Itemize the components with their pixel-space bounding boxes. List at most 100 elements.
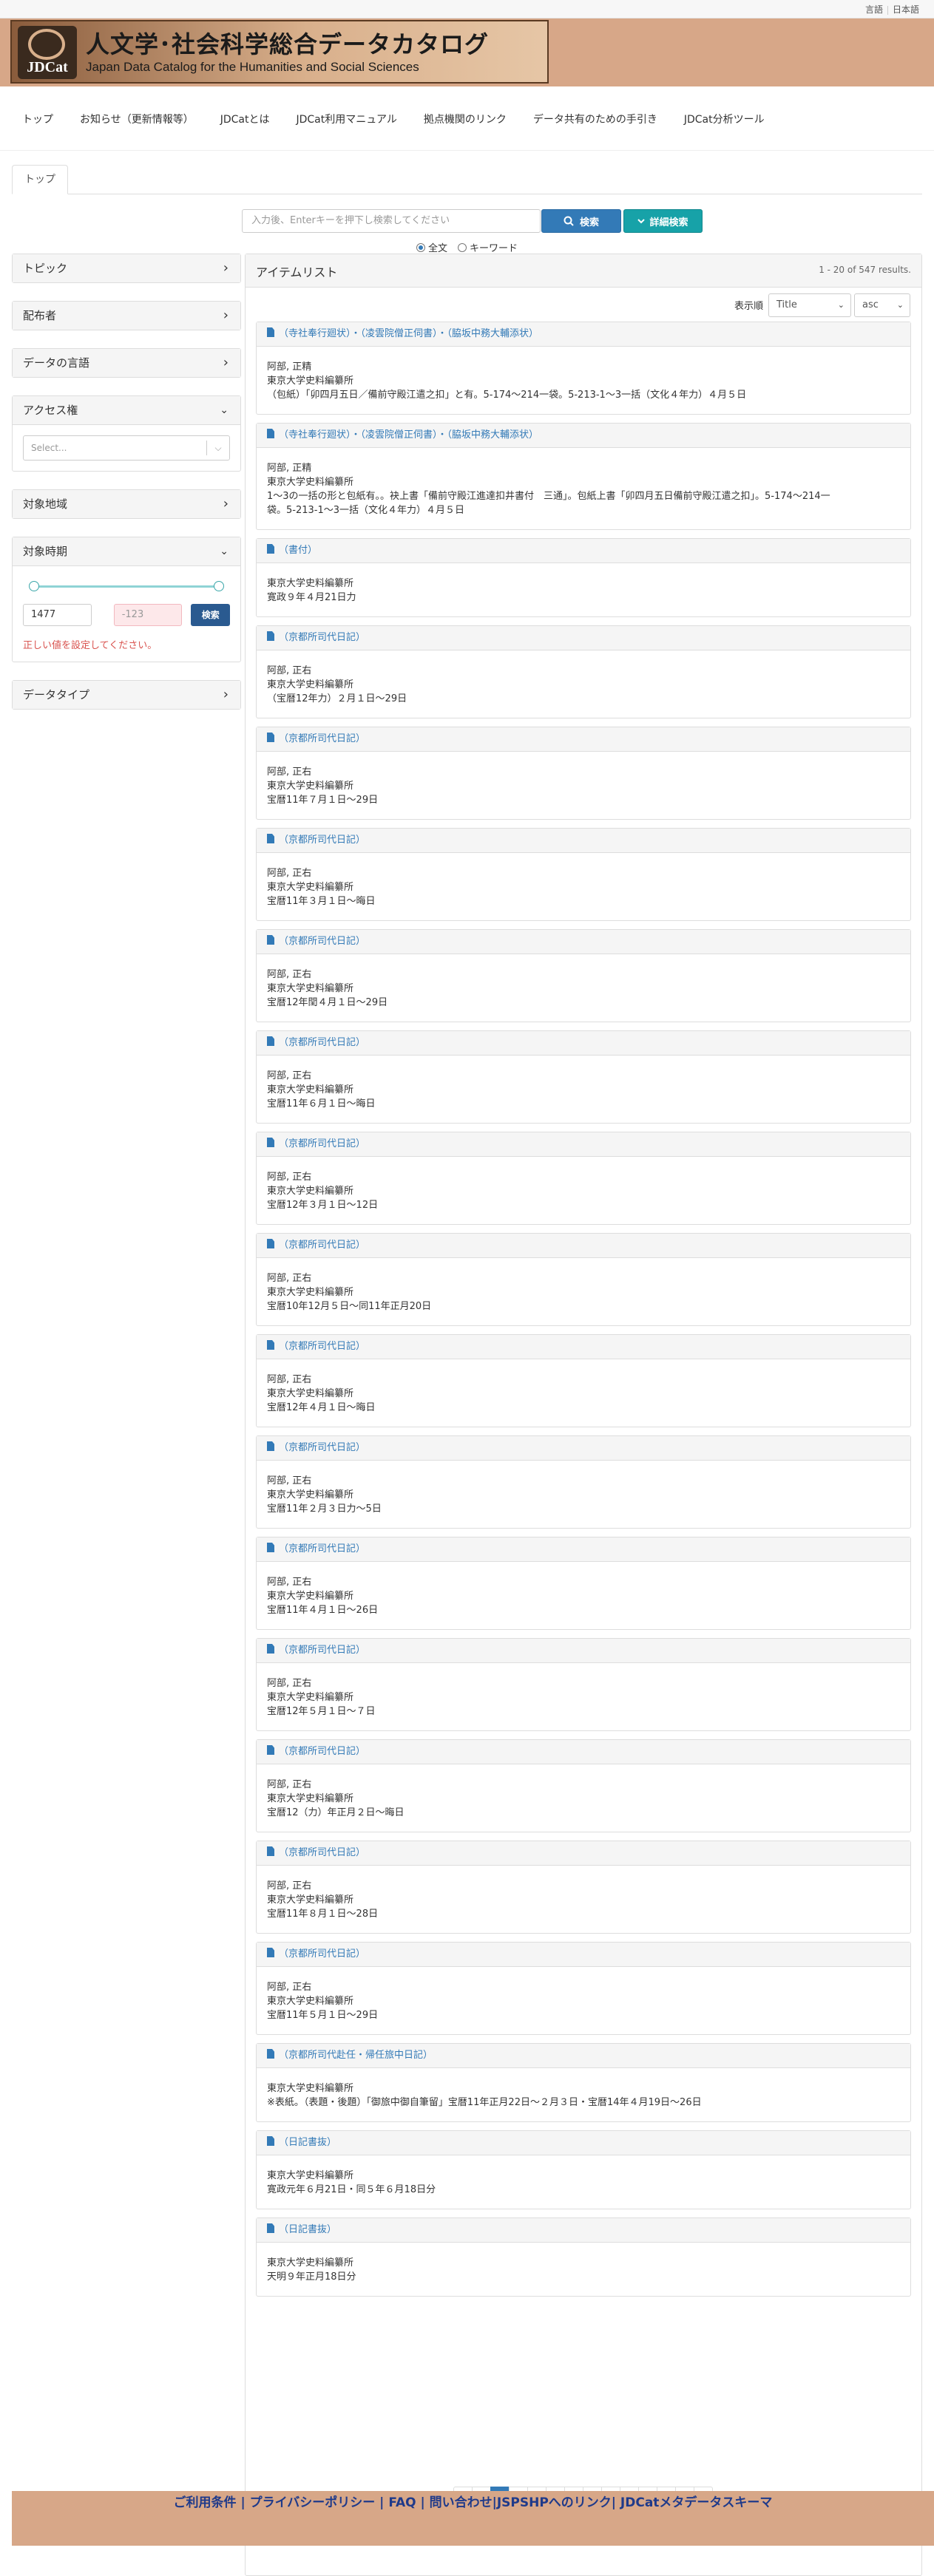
item-title-link[interactable]: （京都所司代日記） <box>279 733 365 744</box>
item-title-link[interactable]: （京都所司代日記） <box>279 1746 365 1757</box>
item-title-link[interactable]: （京都所司代日記） <box>279 1341 365 1352</box>
item-detail-line: 東京大学史料編纂所 <box>267 1388 354 1399</box>
item-detail-line: 宝暦12年３月１日〜12日 <box>267 1200 379 1211</box>
period-search-button[interactable]: 検索 <box>191 604 230 626</box>
facet-topic-header[interactable]: トピック › <box>13 254 240 282</box>
nav-item-guide[interactable]: データ共有のための手引き <box>533 112 657 126</box>
item-title-link[interactable]: （京都所司代日記） <box>279 1240 365 1251</box>
slider-handle-max[interactable] <box>214 581 224 591</box>
document-icon <box>267 1846 274 1856</box>
nav-item-manual[interactable]: JDCat利用マニュアル <box>297 112 397 126</box>
facet-distributor-header[interactable]: 配布者 › <box>13 302 240 330</box>
list-item: （日記書抜） 東京大学史料編纂所 天明９年正月18日分 <box>256 2218 911 2297</box>
item-detail-line: 阿部, 正右 <box>267 1172 312 1183</box>
document-icon <box>267 1745 274 1755</box>
item-details: 阿部, 正右 東京大学史料編纂所 宝暦12年閏４月１日〜29日 <box>257 954 910 1022</box>
nav-item-tools[interactable]: JDCat分析ツール <box>684 112 765 126</box>
tab-top[interactable]: トップ <box>12 165 68 194</box>
facet-access-header[interactable]: アクセス権 ⌄ <box>13 396 240 425</box>
facet-region-header[interactable]: 対象地域 › <box>13 490 240 518</box>
item-title-row: （日記書抜） <box>257 2131 910 2155</box>
item-detail-line: 宝暦12年５月１日〜７日 <box>267 1706 376 1717</box>
item-detail-line: 東京大学史料編纂所 <box>267 1084 354 1095</box>
item-title-link[interactable]: （京都所司代日記） <box>279 936 365 947</box>
nav-item-about[interactable]: JDCatとは <box>220 112 270 126</box>
item-title-link[interactable]: （京都所司代日記） <box>279 1948 365 1960</box>
language-select[interactable]: 日本語 <box>888 4 924 15</box>
list-item: （京都所司代日記） 阿部, 正右 東京大学史料編纂所 宝暦11年３月１日〜晦日 <box>256 828 911 921</box>
search-area: 入力後、Enterキーを押下し検索してください 検索 詳細検索 全文 キーワード <box>0 194 934 254</box>
footer-links[interactable]: ご利用条件 | プライバシーポリシー | FAQ | 問い合わせ|JSPSHPへ… <box>174 2495 773 2510</box>
item-title-link[interactable]: （京都所司代日記） <box>279 1847 365 1858</box>
item-list-panel: アイテムリスト 1 - 20 of 547 results. 表示順 Title… <box>245 254 922 2576</box>
item-title-link[interactable]: （寺社奉行廻状）・（凌雲院僧正伺書）・（脇坂中務大輔添状） <box>279 429 538 441</box>
result-count: 1 - 20 of 547 results. <box>819 265 911 275</box>
nav-item-top[interactable]: トップ <box>22 112 53 126</box>
radio-keyword[interactable]: キーワード <box>458 240 518 254</box>
item-title-link[interactable]: （寺社奉行廻状）・（凌雲院僧正伺書）・（脇坂中務大輔添状） <box>279 328 538 339</box>
item-detail-line: 東京大学史料編纂所 <box>267 578 354 589</box>
sort-field-select[interactable]: Title ⌄ <box>768 293 851 317</box>
list-item: （京都所司代日記） 阿部, 正右 東京大学史料編纂所 宝暦12（力）年正月２日〜晦日 <box>256 1739 911 1832</box>
item-title-link[interactable]: （京都所司代日記） <box>279 1138 365 1149</box>
list-item: （京都所司代日記） 阿部, 正右 東京大学史料編纂所 宝暦11年８月１日〜28日 <box>256 1841 911 1934</box>
search-button[interactable]: 検索 <box>541 209 621 233</box>
item-title-link[interactable]: （日記書抜） <box>279 2224 336 2235</box>
item-detail-line: 宝暦12年４月１日〜晦日 <box>267 1402 376 1413</box>
facet-period-header[interactable]: 対象時期 ⌄ <box>13 537 240 566</box>
slider-handle-min[interactable] <box>29 581 39 591</box>
item-title-row: （京都所司代赴任・帰任旅中日記） <box>257 2044 910 2068</box>
facet-language-header[interactable]: データの言語 › <box>13 349 240 377</box>
item-details: 阿部, 正右 東京大学史料編纂所 宝暦11年７月１日〜29日 <box>257 752 910 819</box>
nav-item-news[interactable]: お知らせ（更新情報等） <box>80 112 194 126</box>
period-slider[interactable] <box>29 578 224 596</box>
item-details: 阿部, 正右 東京大学史料編纂所 宝暦11年８月１日〜28日 <box>257 1866 910 1933</box>
item-title-link[interactable]: （京都所司代日記） <box>279 1442 365 1453</box>
item-title-link[interactable]: （日記書抜） <box>279 2137 336 2148</box>
facet-topic: トピック › <box>12 254 241 283</box>
chevron-down-icon: ⌄ <box>220 404 229 416</box>
item-title-link[interactable]: （京都所司代日記） <box>279 1645 365 1656</box>
item-title-link[interactable]: （京都所司代日記） <box>279 1037 365 1048</box>
list-item: （寺社奉行廻状）・（凌雲院僧正伺書）・（脇坂中務大輔添状） 阿部, 正精 東京大学史… <box>256 322 911 415</box>
nav-item-links[interactable]: 拠点機関のリンク <box>424 112 507 126</box>
item-detail-line: 阿部, 正右 <box>267 1070 312 1081</box>
item-detail-line: 東京大学史料編纂所 <box>267 1186 354 1197</box>
list-item: （京都所司代日記） 阿部, 正右 東京大学史料編纂所 宝暦11年７月１日〜29日 <box>256 727 911 820</box>
dropdown-icon: ⌵ <box>206 441 229 455</box>
document-icon <box>267 1543 274 1552</box>
item-title-row: （京都所司代日記） <box>257 1335 910 1359</box>
language-switcher: 言語 日本語 <box>861 3 924 16</box>
document-icon <box>267 2223 274 2233</box>
period-to-input[interactable]: -123 <box>113 604 183 626</box>
document-icon <box>267 1036 274 1046</box>
item-detail-line: 袋。5-213-1〜3一括（文化４年力）４月５日 <box>267 505 465 516</box>
site-title-en: Japan Data Catalog for the Humanities an… <box>86 60 419 74</box>
item-title-link[interactable]: （書付） <box>279 545 317 556</box>
item-title-link[interactable]: （京都所司代日記） <box>279 1543 365 1554</box>
item-detail-line: 宝暦11年３月１日〜晦日 <box>267 896 376 907</box>
item-detail-line: 東京大学史料編纂所 <box>267 983 354 994</box>
facet-datatype-header[interactable]: データタイプ › <box>13 681 240 709</box>
radio-full-text[interactable]: 全文 <box>416 240 447 254</box>
advanced-search-button[interactable]: 詳細検索 <box>623 209 703 233</box>
item-detail-line: 東京大学史料編纂所 <box>267 477 354 488</box>
period-from-input[interactable]: 1477 <box>23 604 92 626</box>
item-details: 阿部, 正右 東京大学史料編纂所 宝暦11年６月１日〜晦日 <box>257 1056 910 1123</box>
search-input[interactable]: 入力後、Enterキーを押下し検索してください <box>242 209 541 233</box>
chevron-right-icon: › <box>223 687 229 702</box>
sort-order-select[interactable]: asc ⌄ <box>854 293 910 317</box>
item-detail-line: 阿部, 正右 <box>267 1475 312 1486</box>
item-detail-line: 宝暦11年２月３日力〜5日 <box>267 1503 382 1515</box>
site-logo[interactable]: JDCat 人文学･社会科学総合データカタログ Japan Data Catal… <box>10 20 549 84</box>
item-title-link[interactable]: （京都所司代日記） <box>279 835 365 846</box>
item-title-link[interactable]: （京都所司代日記） <box>279 632 365 643</box>
access-select[interactable]: Select... ⌵ <box>23 435 230 461</box>
item-title-row: （京都所司代日記） <box>257 1537 910 1562</box>
item-detail-line: 東京大学史料編纂所 <box>267 2170 354 2181</box>
item-title-link[interactable]: （京都所司代赴任・帰任旅中日記） <box>279 2050 433 2061</box>
item-title-row: （京都所司代日記） <box>257 1841 910 1866</box>
item-details: 阿部, 正右 東京大学史料編纂所 宝暦12年４月１日〜晦日 <box>257 1359 910 1427</box>
site-footer: ご利用条件 | プライバシーポリシー | FAQ | 問い合わせ|JSPSHPへ… <box>12 2491 934 2546</box>
item-detail-line: ※表紙。（表題・後題）「御旅中御自筆留」宝暦11年正月22日〜２月３日・宝暦14… <box>267 2097 702 2108</box>
